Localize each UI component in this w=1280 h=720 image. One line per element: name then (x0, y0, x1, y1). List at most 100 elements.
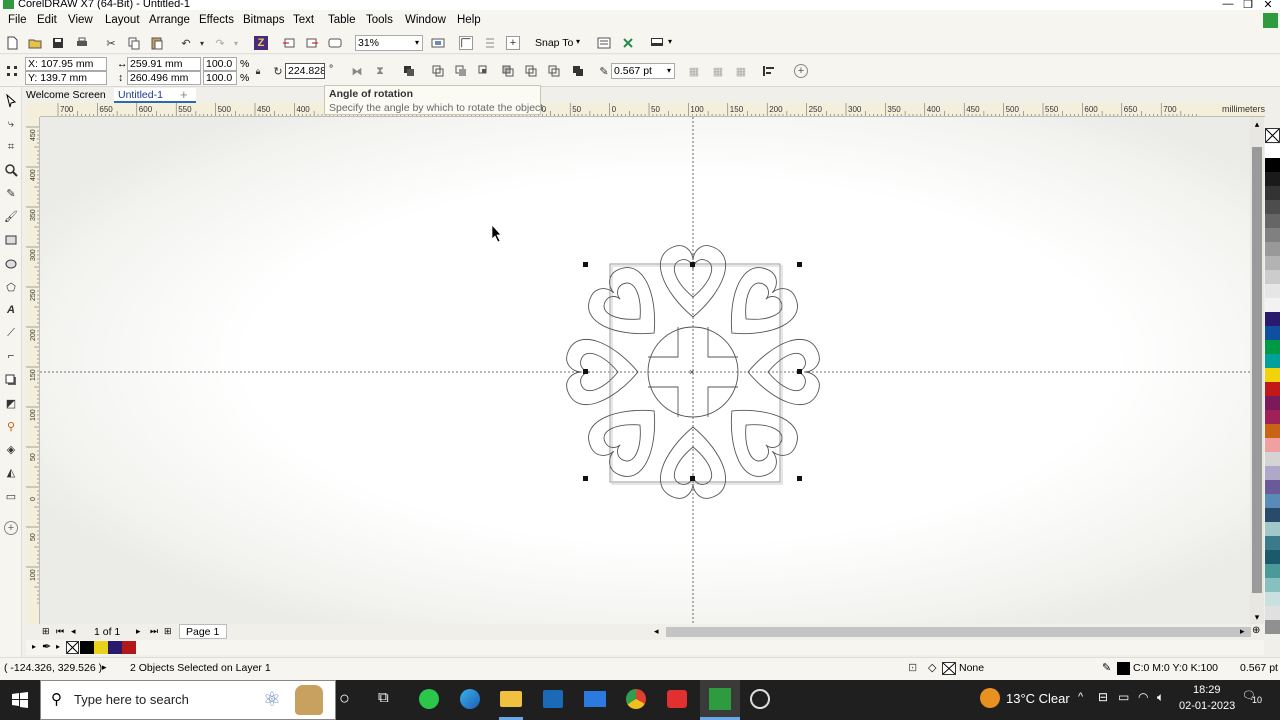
add-tab-button[interactable]: + (180, 88, 196, 103)
status-expand-icon[interactable]: ▸ (102, 662, 107, 673)
snap-to-button[interactable]: Snap To (535, 37, 573, 49)
parallel-dimension-tool-icon[interactable]: ⟋ (4, 326, 18, 340)
import-icon[interactable] (282, 36, 296, 50)
close-button[interactable]: ✕ (1258, 0, 1278, 10)
object-origin-icon[interactable] (5, 64, 19, 78)
weather-text[interactable]: 13°C Clear (1006, 691, 1070, 706)
mirror-vertical-icon[interactable]: ⧗ (373, 64, 387, 78)
to-front-icon[interactable]: ▦ (711, 64, 725, 78)
show-guidelines-icon[interactable]: + (506, 36, 520, 50)
text-tool-icon[interactable]: A (4, 303, 18, 317)
palette-expand-icon[interactable]: ▸ (32, 642, 36, 651)
simplify-icon[interactable] (501, 64, 515, 78)
quick-customize-tools-icon[interactable]: + (4, 521, 18, 535)
save-icon[interactable] (51, 36, 65, 50)
export-icon[interactable] (305, 36, 319, 50)
palette-swatch[interactable] (1265, 326, 1280, 340)
weld-icon[interactable] (431, 64, 445, 78)
file-explorer-icon[interactable] (500, 691, 522, 707)
color-proof-icon[interactable]: ⊡ (908, 661, 917, 674)
center-marker-icon[interactable]: × (689, 367, 694, 377)
menu-effects[interactable]: Effects (199, 14, 234, 26)
screen-recorder-icon[interactable] (750, 689, 770, 709)
palette-swatch[interactable] (1265, 522, 1280, 536)
transparency-tool-icon[interactable]: ◩ (4, 396, 18, 410)
polygon-tool-icon[interactable]: ⬠ (4, 280, 18, 294)
options-icon[interactable] (597, 36, 611, 50)
palette-swatch[interactable] (1265, 480, 1280, 494)
open-folder-icon[interactable] (28, 36, 42, 50)
tab-welcome-screen[interactable]: Welcome Screen (22, 88, 112, 103)
clock-time[interactable]: 18:29 (1193, 684, 1221, 696)
align-distribute-icon[interactable] (762, 64, 776, 78)
print-icon[interactable] (75, 36, 89, 50)
restore-button[interactable]: ❐ (1238, 0, 1258, 10)
notification-center-icon[interactable]: 🗨︎ 10 (1242, 689, 1264, 709)
outline-pen-tool-icon[interactable]: ▭ (4, 489, 18, 503)
cut-icon[interactable]: ✂ (104, 36, 118, 50)
horizontal-ruler[interactable]: 7006506005505004504003503002502001501005… (40, 103, 1265, 117)
mail-icon[interactable] (584, 691, 606, 707)
palette-swatch[interactable] (1265, 186, 1280, 200)
show-hidden-icons-icon[interactable]: ^ (1078, 691, 1083, 703)
palette-swatch[interactable] (1265, 494, 1280, 508)
palette-swatch[interactable] (1265, 508, 1280, 522)
no-color-swatch[interactable] (66, 641, 79, 654)
show-rulers-icon[interactable] (459, 36, 473, 50)
palette-swatch[interactable] (1265, 200, 1280, 214)
quick-customize-icon[interactable]: + (794, 64, 808, 78)
scale-width-field[interactable]: 100.0 (203, 57, 237, 71)
palette-swatch[interactable] (108, 641, 122, 654)
palette-swatch[interactable] (1265, 438, 1280, 452)
palette-swatch[interactable] (1265, 284, 1280, 298)
selection-handle[interactable] (797, 369, 802, 374)
store-icon[interactable] (543, 690, 563, 708)
palette-swatch[interactable] (1265, 158, 1280, 172)
palette-swatch[interactable] (80, 641, 94, 654)
freehand-tool-icon[interactable]: ✎ (4, 186, 18, 200)
outline-width-dropdown[interactable]: 0.567 pt ▾ (611, 63, 675, 79)
windows-start-icon[interactable] (12, 692, 28, 708)
zoom-levels-dropdown[interactable]: 31% ▾ (355, 35, 423, 51)
palette-swatch[interactable] (1265, 550, 1280, 564)
palette-swatch[interactable] (1265, 410, 1280, 424)
scroll-right-icon[interactable]: ▸ (1240, 626, 1245, 637)
minimize-button[interactable]: — (1218, 0, 1238, 10)
application-launcher-icon[interactable] (621, 36, 635, 50)
palette-swatch[interactable] (1265, 368, 1280, 382)
mirror-horizontal-icon[interactable]: ⧓ (350, 64, 364, 78)
palette-swatch[interactable] (1265, 172, 1280, 186)
front-minus-back-icon[interactable] (524, 64, 538, 78)
anydesk-icon[interactable] (667, 690, 687, 708)
palette-swatch[interactable] (1265, 354, 1280, 368)
palette-swatch[interactable] (122, 641, 136, 654)
menu-edit[interactable]: Edit (37, 14, 57, 26)
scale-height-field[interactable]: 100.0 (203, 71, 237, 85)
network-icon[interactable]: ⊟ (1098, 690, 1108, 704)
scroll-down-icon[interactable]: ▾ (1250, 610, 1264, 624)
publish-pdf-icon[interactable] (328, 36, 342, 50)
ellipse-tool-icon[interactable] (4, 257, 18, 271)
copy-icon[interactable] (127, 36, 141, 50)
task-view-icon[interactable]: ⧉ (378, 689, 389, 706)
menu-file[interactable]: File (8, 14, 27, 26)
object-width-field[interactable]: 259.91 mm (127, 57, 201, 71)
palette-swatch[interactable] (1265, 396, 1280, 410)
palette-swatch[interactable] (1265, 298, 1280, 312)
back-minus-front-icon[interactable] (547, 64, 561, 78)
ruler-origin[interactable] (26, 103, 40, 117)
drop-shadow-tool-icon[interactable] (4, 373, 18, 387)
palette-swatch[interactable] (1265, 214, 1280, 228)
wifi-icon[interactable]: ◠ (1138, 690, 1148, 704)
clock-date[interactable]: 02-01-2023 (1179, 700, 1235, 712)
selection-handle[interactable] (583, 369, 588, 374)
menu-table[interactable]: Table (328, 14, 356, 26)
zoom-tool-icon[interactable] (4, 163, 18, 177)
search-content-icon[interactable]: Z (254, 36, 268, 50)
eyedropper-icon[interactable]: ✒ (42, 640, 51, 653)
palette-menu-icon[interactable]: ▸ (56, 642, 60, 651)
prev-page-icon[interactable]: ◂ (71, 626, 76, 637)
palette-swatch[interactable] (1265, 536, 1280, 550)
palette-swatch[interactable] (1265, 144, 1280, 158)
no-color-swatch[interactable] (1265, 128, 1280, 143)
